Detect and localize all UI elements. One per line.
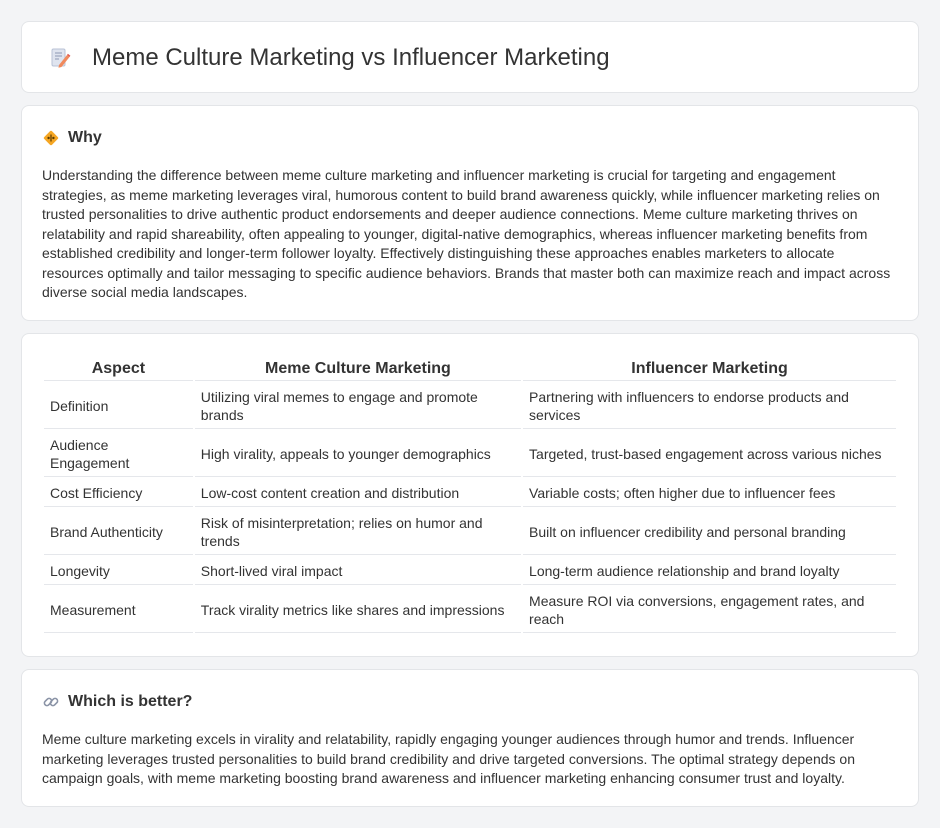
aspect-cell: Brand Authenticity <box>44 509 193 555</box>
aspect-cell: Cost Efficiency <box>44 479 193 507</box>
comparison-table: Aspect Meme Culture Marketing Influencer… <box>42 354 898 635</box>
header-influencer-marketing: Influencer Marketing <box>523 356 896 381</box>
header-meme-culture-marketing: Meme Culture Marketing <box>194 356 522 381</box>
page-title: Meme Culture Marketing vs Influencer Mar… <box>92 44 610 71</box>
better-body: Meme culture marketing excels in viralit… <box>42 731 855 786</box>
meme-cell: Short-lived viral impact <box>194 557 522 585</box>
meme-cell: Utilizing viral memes to engage and prom… <box>194 383 522 429</box>
influencer-cell: Partnering with influencers to endorse p… <box>523 383 896 429</box>
meme-cell: Track virality metrics like shares and i… <box>194 587 522 633</box>
why-heading: Why <box>68 129 102 146</box>
comparison-section: Aspect Meme Culture Marketing Influencer… <box>21 333 919 657</box>
which-is-better-section: Which is better? Meme culture marketing … <box>21 669 919 807</box>
table-row: Brand Authenticity Risk of misinterpreta… <box>44 509 896 555</box>
aspect-cell: Longevity <box>44 557 193 585</box>
meme-cell: High virality, appeals to younger demogr… <box>194 431 522 477</box>
influencer-cell: Built on influencer credibility and pers… <box>523 509 896 555</box>
influencer-cell: Measure ROI via conversions, engagement … <box>523 587 896 633</box>
title-card: Meme Culture Marketing vs Influencer Mar… <box>21 21 919 93</box>
header-aspect: Aspect <box>44 356 193 381</box>
meme-cell: Risk of misinterpretation; relies on hum… <box>194 509 522 555</box>
better-heading-row: Which is better? <box>42 692 192 712</box>
table-header-row: Aspect Meme Culture Marketing Influencer… <box>44 356 896 381</box>
why-body: Understanding the difference between mem… <box>42 167 891 300</box>
table-row: Audience Engagement High virality, appea… <box>44 431 896 477</box>
link-icon <box>43 697 59 707</box>
aspect-cell: Audience Engagement <box>44 431 193 477</box>
meme-cell: Low-cost content creation and distributi… <box>194 479 522 507</box>
table-row: Definition Utilizing viral memes to enga… <box>44 383 896 429</box>
table-row: Measurement Track virality metrics like … <box>44 587 896 633</box>
aspect-cell: Definition <box>44 383 193 429</box>
diamond-sign-icon <box>43 130 59 146</box>
table-row: Cost Efficiency Low-cost content creatio… <box>44 479 896 507</box>
aspect-cell: Measurement <box>44 587 193 633</box>
document-pencil-icon <box>51 48 71 68</box>
why-heading-row: Why <box>42 128 102 148</box>
better-heading: Which is better? <box>68 693 193 710</box>
why-section: Why Understanding the difference between… <box>21 105 919 321</box>
influencer-cell: Variable costs; often higher due to infl… <box>523 479 896 507</box>
influencer-cell: Targeted, trust-based engagement across … <box>523 431 896 477</box>
influencer-cell: Long-term audience relationship and bran… <box>523 557 896 585</box>
table-row: Longevity Short-lived viral impact Long-… <box>44 557 896 585</box>
